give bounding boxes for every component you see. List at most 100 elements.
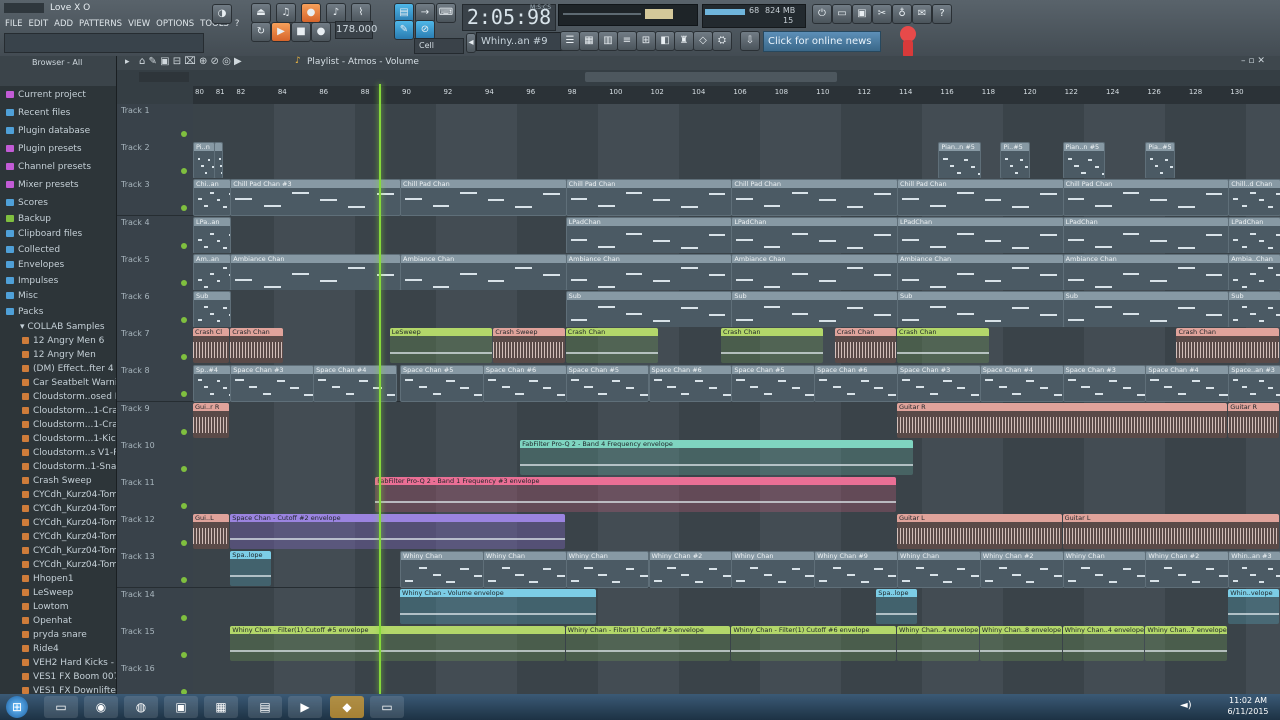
playlist-clip[interactable]: Crash Chan <box>720 328 824 364</box>
browser-item[interactable]: Recent files <box>0 106 116 120</box>
browser-item[interactable]: Misc <box>0 289 116 303</box>
playlist-clip[interactable]: Crash Chan <box>834 328 896 364</box>
browser-item[interactable]: Mixer presets <box>0 178 116 192</box>
playlist-clip[interactable]: Whin..velope <box>1228 588 1279 624</box>
browser-item[interactable]: Current project <box>0 88 116 102</box>
track-mute-led[interactable] <box>181 279 187 286</box>
playlist-clip[interactable]: Space Chan #3 <box>896 365 981 403</box>
track-header[interactable]: Track 7 <box>117 327 194 365</box>
playlist-clip[interactable]: Whiny Chan #2 <box>648 551 733 589</box>
piano-roll-icon[interactable]: ▦ <box>579 31 599 51</box>
excel-icon[interactable]: ▦ <box>204 696 238 718</box>
playlist-clip[interactable]: Chill Pad Chan <box>400 179 567 217</box>
playlist-clip[interactable]: Ambiance Chan <box>565 253 733 291</box>
playlist-clip[interactable]: LPadChan <box>731 216 898 254</box>
browser-sample[interactable]: CYCdh_Kurz04-Tom04 <box>0 530 116 544</box>
track-lane[interactable]: Gui..r R Guitar R Guitar R <box>193 401 1280 439</box>
record-options-button[interactable]: ● <box>301 3 321 23</box>
playlist-clip[interactable]: Space Chan #5 <box>731 365 816 403</box>
browser-sample[interactable]: VEH2 Hard Kicks - 022 <box>0 656 116 670</box>
pat-mode-button[interactable]: ⏏ <box>251 3 271 23</box>
playlist-clip[interactable]: Gui..r R <box>193 402 230 438</box>
channel-rack-icon[interactable]: ▥ <box>598 31 618 51</box>
browser-item[interactable]: Packs <box>0 305 116 319</box>
online-news-button[interactable]: Click for online news <box>763 31 881 52</box>
playlist-clip[interactable]: Pia..#5 <box>1145 142 1176 180</box>
playlist-clip[interactable]: Chill Pad Chan <box>896 179 1064 217</box>
playlist-tools-icon[interactable]: ⌂ ✎ ▣ ⊟ ⌧ ⊕ ⊘ ◎ ▶ <box>139 56 242 67</box>
window-icon[interactable]: ▭ <box>370 696 404 718</box>
track-mute-led[interactable] <box>181 354 187 361</box>
playlist-clip[interactable]: Whiny Chan #2 <box>979 551 1064 589</box>
snap-selector[interactable]: Cell <box>414 38 464 54</box>
browser-sample[interactable]: 12 Angry Men <box>0 348 116 362</box>
browser-item[interactable]: Clipboard files <box>0 227 116 241</box>
playlist-clip[interactable] <box>213 142 223 180</box>
playlist-clip[interactable]: Whiny Chan - Volume envelope <box>400 588 596 624</box>
track-header[interactable]: Track 14 <box>117 587 194 625</box>
volume-icon[interactable]: ◄) <box>1180 700 1192 711</box>
browser-item[interactable]: Envelopes <box>0 258 116 272</box>
track-mute-led[interactable] <box>181 168 187 175</box>
playlist-clip[interactable]: FabFilter Pro-Q 2 - Band 4 Frequency env… <box>520 439 913 475</box>
playlist-clip[interactable]: LPa..an <box>193 216 232 254</box>
track-header[interactable]: Track 15 <box>117 624 194 662</box>
playlist-arrow-icon[interactable]: ▸ <box>125 57 130 67</box>
playlist-clip[interactable]: Chill Pad Chan #3 <box>230 179 402 217</box>
browser-sample[interactable]: Hhopen1 <box>0 572 116 586</box>
browser-sample[interactable]: (DM) Effect..fter 4 Bars <box>0 362 116 376</box>
firefox-icon[interactable]: ◍ <box>124 696 158 718</box>
start-button-icon[interactable]: ⊞ <box>6 696 28 718</box>
playlist-clip[interactable]: Sub <box>1062 291 1230 328</box>
playlist-clip[interactable]: Chill Pad Chan <box>731 179 898 217</box>
track-mute-led[interactable] <box>181 205 187 212</box>
track-lane[interactable]: Pi..n Pian..n #5 Pi..#5 Pian..n #5 Pia..#5 <box>193 141 1280 180</box>
playlist-clip[interactable]: Pian..n #5 <box>938 142 981 180</box>
track-header[interactable]: Track 8 <box>117 364 194 402</box>
playlist-clip[interactable]: Space Chan #3 <box>230 365 315 403</box>
playlist-clip[interactable]: Whiny Chan #9 <box>814 551 898 589</box>
tempo-display[interactable]: 178.000 <box>335 21 377 39</box>
track-lane[interactable] <box>193 104 1280 141</box>
pattern-prev-icon[interactable]: ◂ <box>466 33 476 53</box>
playlist-clip[interactable]: Chill..d Chan <box>1228 179 1280 217</box>
track-lane[interactable]: Sp..#4 Space Chan #3 Space Chan #4 Space Ch… <box>193 364 1280 403</box>
playlist-clip[interactable]: Sp..#4 <box>193 365 232 403</box>
stop-button[interactable]: ■ <box>291 22 311 42</box>
browser-sample[interactable]: CYCdh_Kurz04-Tom06 <box>0 558 116 572</box>
playlist-clip[interactable]: Whiny Chan <box>565 551 650 589</box>
browser-sample[interactable]: Cloudstorm...1-Kick-27 <box>0 432 116 446</box>
playlist-clip[interactable]: Guitar L <box>1062 514 1279 550</box>
track-lane[interactable]: Crash Cl Crash Chan LeSweep Crash Sweep Cras… <box>193 327 1280 365</box>
folder-icon[interactable]: ▭ <box>832 4 852 24</box>
browser-sample[interactable]: pryda snare <box>0 628 116 642</box>
track-lane[interactable]: Gui..L Space Chan - Cutoff #2 envelope Gui… <box>193 513 1280 551</box>
playlist-clip[interactable]: Am..an <box>193 253 232 291</box>
track-lane[interactable]: Whiny Chan - Filter(1) Cutoff #5 envelop… <box>193 624 1280 662</box>
playlist-clip[interactable]: Whiny Chan..7 envelope <box>1145 625 1228 661</box>
track-lane[interactable]: Spa..lope Whiny Chan Whiny Chan Whiny Chan W… <box>193 550 1280 589</box>
playlist-clip[interactable]: Ambiance Chan <box>400 253 567 291</box>
browser-item[interactable]: Plugin presets <box>0 142 116 156</box>
track-mute-led[interactable] <box>181 614 187 621</box>
playlist-clip[interactable]: Crash Chan <box>565 328 658 364</box>
playlist-clip[interactable]: Ambiance Chan <box>896 253 1064 291</box>
playlist-clip[interactable]: Ambiance Chan <box>731 253 898 291</box>
menu-item-file[interactable]: FILE <box>2 17 26 31</box>
playlist-clip[interactable]: Space Chan #6 <box>648 365 733 403</box>
playlist-clip[interactable]: Whiny Chan..4 envelope <box>1062 625 1145 661</box>
playlist-clip[interactable]: Sub <box>896 291 1064 328</box>
playlist-clip[interactable]: Sub <box>731 291 898 328</box>
playlist-clip[interactable]: Guitar L <box>896 514 1062 550</box>
browser-sample[interactable]: LeSweep <box>0 586 116 600</box>
menu-item-add[interactable]: ADD <box>51 17 76 31</box>
playlist-clip[interactable]: Whiny Chan <box>896 551 981 589</box>
tempo-tap-icon[interactable]: ◇ <box>693 31 713 51</box>
link-icon[interactable]: ⊘ <box>415 20 435 40</box>
playlist-icon[interactable]: ☰ <box>560 31 580 51</box>
help-icon[interactable]: ? <box>932 4 952 24</box>
track-mute-led[interactable] <box>181 503 187 509</box>
browser-sample[interactable]: VES1 FX Boom 007 <box>0 670 116 684</box>
playlist-clip[interactable]: Whiny Chan <box>482 551 567 589</box>
track-lane[interactable]: Sub Sub Sub Sub Sub Sub <box>193 290 1280 328</box>
